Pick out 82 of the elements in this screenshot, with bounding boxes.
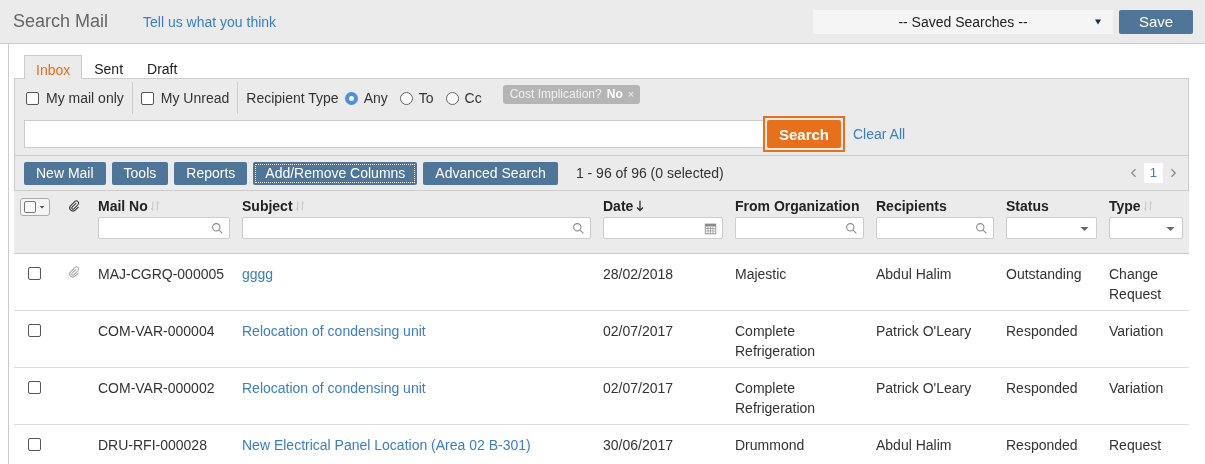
toolbar-button[interactable]: Reports	[174, 161, 248, 185]
filter-field[interactable]	[98, 217, 230, 239]
feedback-link[interactable]: Tell us what you think	[143, 13, 277, 30]
radio-button[interactable]: Any	[344, 90, 388, 106]
column-header[interactable]: Type	[1109, 198, 1141, 214]
subject-link[interactable]: gggg	[242, 266, 274, 282]
caret-icon	[1093, 17, 1103, 26]
table-cell: Responded	[1006, 380, 1078, 396]
column-header[interactable]: Mail No	[98, 198, 148, 214]
page-number[interactable]: 1	[1143, 163, 1163, 183]
table-cell: Drummond	[735, 437, 805, 453]
column-header[interactable]: Recipients	[876, 198, 947, 214]
table-cell: Complete Refrigeration	[735, 323, 816, 359]
table-cell: Variation	[1109, 380, 1164, 396]
table-cell: Patrick O'Leary	[876, 380, 972, 396]
row-checkbox[interactable]	[28, 381, 41, 394]
table-cell: Responded	[1006, 437, 1078, 453]
table-cell: 30/06/2017	[603, 437, 674, 453]
radio-button[interactable]: Cc	[445, 90, 482, 106]
search-icon	[975, 222, 988, 235]
search-field[interactable]	[24, 120, 764, 148]
column-header[interactable]: Date	[603, 198, 634, 214]
clear-all-link[interactable]: Clear All	[853, 126, 906, 142]
caret-icon	[38, 203, 46, 211]
table-cell: MAJ-CGRQ-000005	[98, 266, 225, 282]
page-title: Search Mail	[13, 11, 109, 32]
checkbox[interactable]: My Unread	[140, 90, 230, 106]
saved-searches-dropdown[interactable]: -- Saved Searches --	[813, 9, 1113, 34]
table-cell: COM-VAR-000004	[98, 323, 215, 339]
filter-field[interactable]	[603, 217, 723, 239]
search-icon	[572, 222, 585, 235]
sort-icon[interactable]	[1141, 199, 1154, 213]
search-icon	[211, 222, 224, 235]
column-header[interactable]: Status	[1006, 198, 1049, 214]
sort-icon[interactable]	[148, 199, 161, 213]
column-header[interactable]: Subject	[242, 198, 293, 214]
toolbar-button[interactable]: Tools	[111, 161, 169, 185]
table-cell: Variation	[1109, 323, 1164, 339]
filter-field[interactable]	[876, 217, 994, 239]
calendar-icon	[704, 222, 717, 235]
toolbar-button[interactable]: Add/Remove Columns	[253, 161, 418, 185]
sort-icon[interactable]	[293, 199, 306, 213]
tab[interactable]: Sent	[82, 54, 136, 78]
paperclip-icon	[68, 198, 80, 214]
save-button[interactable]: Save	[1119, 9, 1193, 34]
filter-dropdown[interactable]	[1006, 217, 1097, 239]
table-cell: 02/07/2017	[603, 380, 674, 396]
table-cell: Abdul Halim	[876, 437, 952, 453]
search-icon	[845, 222, 858, 235]
table-cell: Outstanding	[1006, 266, 1082, 282]
subject-link[interactable]: New Electrical Panel Location (Area 02 B-301)	[242, 437, 531, 453]
filter-field[interactable]	[735, 217, 864, 239]
table-cell: Patrick O'Leary	[876, 323, 972, 339]
subject-link[interactable]: Relocation of condensing unit	[242, 323, 426, 339]
toolbar-button[interactable]: New Mail	[24, 161, 106, 185]
checkbox[interactable]: My mail only	[26, 90, 124, 106]
toolbar-button[interactable]: Advanced Search	[423, 161, 558, 185]
row-checkbox[interactable]	[28, 324, 41, 337]
search-button[interactable]: Search	[767, 120, 841, 148]
result-count: 1 - 96 of 96 (0 selected)	[575, 165, 724, 181]
field-label: Recipient Type	[246, 90, 339, 106]
tag-value: No	[606, 87, 623, 101]
table-cell: Request	[1109, 437, 1162, 453]
table-cell: Responded	[1006, 323, 1078, 339]
row-checkbox[interactable]	[28, 438, 41, 451]
table-cell: Change Request	[1109, 266, 1162, 302]
table-cell: 28/02/2018	[603, 266, 674, 282]
table-cell: DRU-RFI-000028	[98, 437, 207, 453]
table-cell: 02/07/2017	[603, 323, 674, 339]
table-cell: Majestic	[735, 266, 787, 282]
table-cell: COM-VAR-000002	[98, 380, 215, 396]
table-cell: Abdul Halim	[876, 266, 952, 282]
filter-field[interactable]	[242, 217, 591, 239]
table-cell: Complete Refrigeration	[735, 380, 816, 416]
filter-dropdown[interactable]	[1109, 217, 1183, 239]
tag-label: Cost Implication?	[509, 87, 602, 101]
select-all-dropdown[interactable]	[20, 198, 50, 216]
row-checkbox[interactable]	[28, 267, 41, 280]
tab[interactable]: Draft	[135, 54, 190, 78]
subject-link[interactable]: Relocation of condensing unit	[242, 380, 426, 396]
tab[interactable]: Inbox	[24, 55, 83, 79]
radio-button[interactable]: To	[399, 90, 434, 106]
